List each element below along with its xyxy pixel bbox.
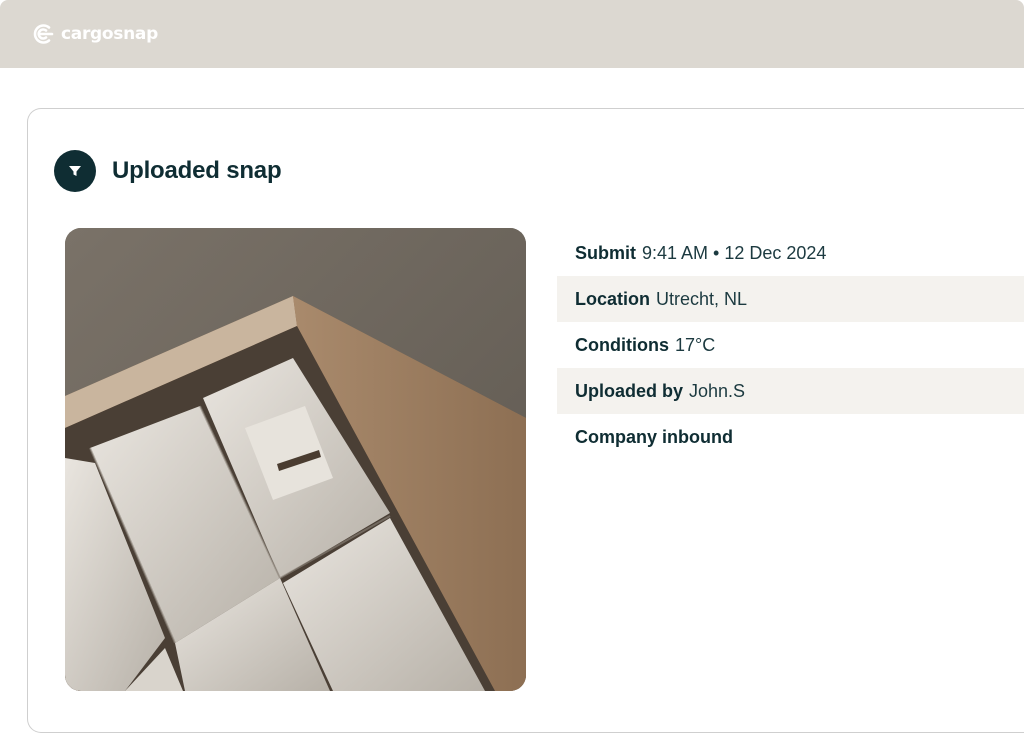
detail-label: Company inbound [575,426,733,447]
detail-value: 17°C [674,334,716,355]
snap-photo-image [65,228,526,691]
card-title: Uploaded snap [112,157,282,184]
uploaded-snap-card: Uploaded snap Submit 9:41 AM • 12 Dec 20… [27,108,1024,733]
brand[interactable]: cargosnap [30,21,158,47]
detail-label: Location [575,288,650,309]
detail-value: John.S [689,380,746,401]
detail-label: Submit [575,242,636,263]
cargosnap-logo-icon [33,24,54,44]
detail-row-company-inbound: Company inbound [557,414,1024,460]
snap-details: Submit 9:41 AM • 12 Dec 2024 Location Ut… [557,230,1024,460]
filter-icon [54,150,96,192]
detail-label: Conditions [575,334,669,355]
card-header: Uploaded snap [54,150,282,192]
detail-row-location: Location Utrecht, NL [557,276,1024,322]
detail-row-conditions: Conditions 17°C [557,322,1024,368]
detail-value: Utrecht, NL [656,288,748,309]
top-bar: cargosnap [0,0,1024,68]
brand-name: cargosnap [61,24,158,44]
detail-row-submit: Submit 9:41 AM • 12 Dec 2024 [557,230,1024,276]
detail-value: 9:41 AM • 12 Dec 2024 [642,242,827,263]
detail-label: Uploaded by [575,380,684,401]
snap-photo[interactable] [65,228,526,691]
detail-row-uploaded-by: Uploaded by John.S [557,368,1024,414]
